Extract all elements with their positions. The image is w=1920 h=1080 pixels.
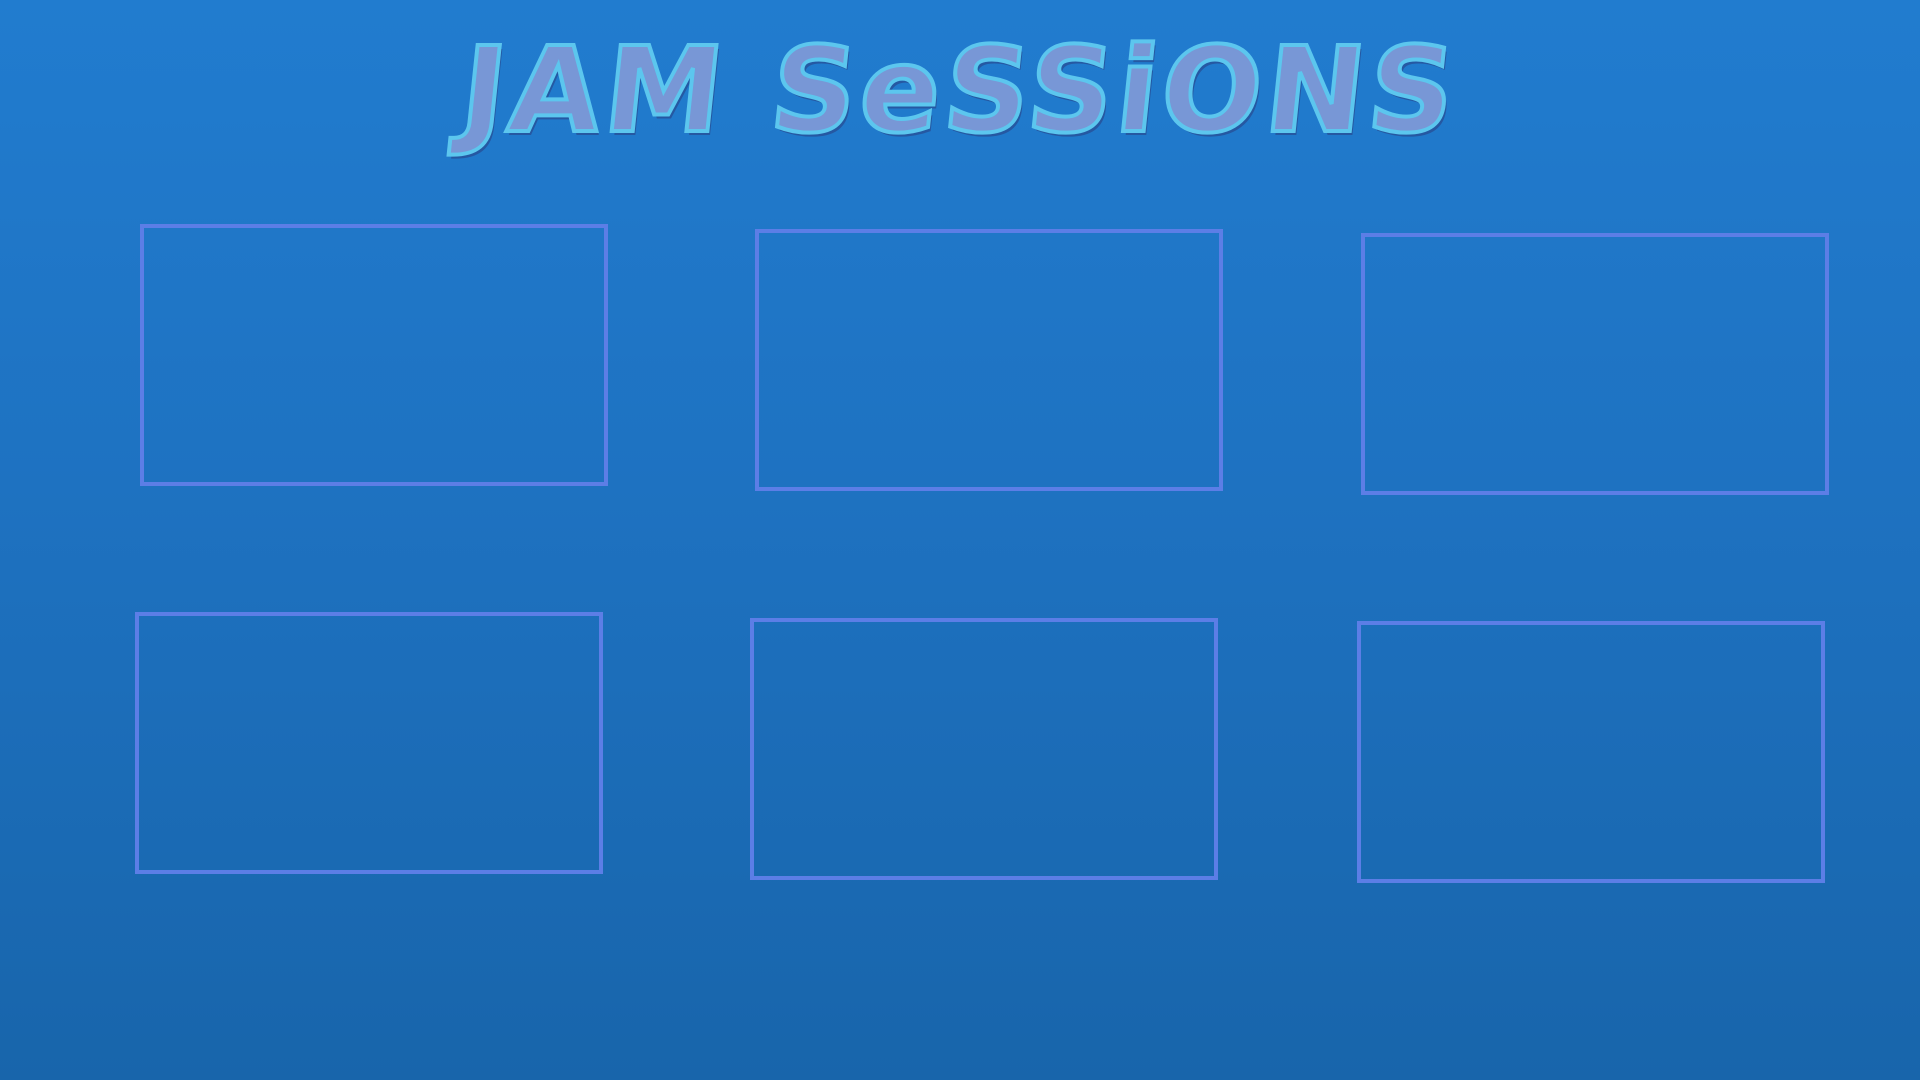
session-slot-1[interactable] xyxy=(140,224,608,486)
session-slot-2[interactable] xyxy=(755,229,1223,491)
session-slot-3[interactable] xyxy=(1361,233,1829,495)
page-title: JAM SeSSiONS xyxy=(453,19,1467,161)
title-container: JAM SeSSiONS xyxy=(0,19,1920,161)
session-slot-5[interactable] xyxy=(750,618,1218,880)
session-slot-6[interactable] xyxy=(1357,621,1825,883)
session-slot-4[interactable] xyxy=(135,612,603,874)
